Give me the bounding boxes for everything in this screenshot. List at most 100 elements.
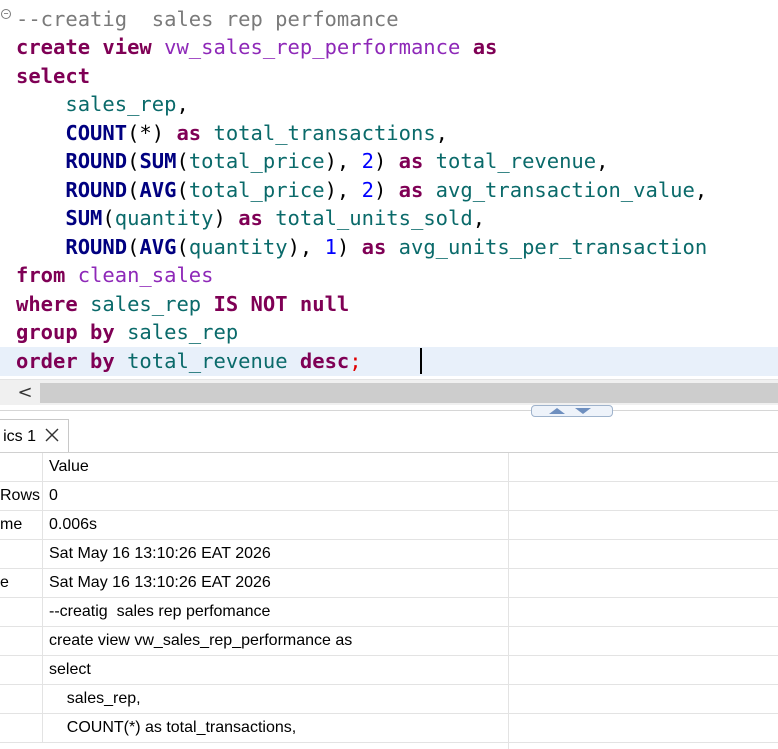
statistics-table: Value Rows 0 me 0.006s Sat May 16 13:10:… <box>0 453 778 749</box>
maximize-up-arrow-icon[interactable] <box>549 408 565 414</box>
code-comment: --creatig sales rep perfomance <box>16 7 399 31</box>
code-line-7: ROUND(AVG(total_price), 2) as avg_transa… <box>16 176 707 204</box>
row-value: select <box>49 661 91 678</box>
alias-ident: avg_transaction_value <box>435 178 695 202</box>
code-line-2: create view vw_sales_rep_performance as <box>16 33 497 61</box>
code-line-10: from clean_sales <box>16 261 213 289</box>
punct: , <box>435 121 449 145</box>
header-name-cell <box>0 453 43 481</box>
row-value: create view vw_sales_rep_performance as <box>49 632 353 649</box>
table-row[interactable]: me 0.006s <box>0 511 778 540</box>
row-value: COUNT(*) as total_transactions, <box>49 719 297 736</box>
code-line-4: sales_rep, <box>16 90 188 118</box>
row-name <box>0 598 43 626</box>
header-value: Value <box>49 458 89 475</box>
kw-where: where <box>16 292 78 316</box>
view-name: vw_sales_rep_performance <box>164 35 461 59</box>
table-row[interactable]: create view vw_sales_rep_performance as <box>0 627 778 656</box>
scroll-left-arrow-icon[interactable]: < <box>12 380 38 406</box>
column-ident: sales_rep <box>127 320 239 344</box>
alias-ident: total_revenue <box>435 149 597 173</box>
row-name <box>0 714 43 742</box>
fn-sum: SUM <box>65 206 103 230</box>
kw-order-by: order by <box>16 349 115 373</box>
table-row[interactable]: Sat May 16 13:10:26 EAT 2026 <box>0 540 778 569</box>
column-ident: total_revenue <box>127 349 288 373</box>
punct: ), <box>287 235 325 259</box>
kw-desc: desc <box>299 349 350 373</box>
code-line-11: where sales_rep IS NOT null <box>16 290 349 318</box>
kw-group-by: group by <box>16 320 115 344</box>
scrollbar-thumb[interactable] <box>40 383 778 403</box>
punct: ) <box>336 235 350 259</box>
alias-ident: avg_units_per_transaction <box>398 235 708 259</box>
code-line-12: group by sales_rep <box>16 318 238 346</box>
results-tab-strip: ics 1 <box>0 418 778 453</box>
row-name <box>0 656 43 684</box>
table-row[interactable]: e Sat May 16 13:10:26 EAT 2026 <box>0 569 778 598</box>
tab-statistics[interactable]: ics 1 <box>0 419 69 452</box>
kw-as: as <box>398 149 424 173</box>
fn-count: COUNT <box>65 121 128 145</box>
kw-as: as <box>398 178 424 202</box>
table-row[interactable]: --creatig sales rep perfomance <box>0 598 778 627</box>
editor-horizontal-scrollbar[interactable]: < <box>0 379 778 406</box>
number-literal: 1 <box>324 235 337 259</box>
fn-sum: SUM <box>139 149 177 173</box>
row-value: Sat May 16 13:10:26 EAT 2026 <box>49 574 271 591</box>
minimize-down-arrow-icon[interactable] <box>575 408 591 414</box>
splitter-handle[interactable] <box>531 405 613 417</box>
column-ident: quantity <box>188 235 288 259</box>
kw-select: select <box>16 64 91 88</box>
alias-ident: total_transactions <box>213 121 436 145</box>
punct: ( <box>127 149 140 173</box>
sql-editor[interactable]: − --creatig sales rep perfomance create … <box>0 0 778 379</box>
column-ident: total_price <box>188 149 325 173</box>
table-row[interactable]: select <box>0 656 778 685</box>
table-row[interactable]: Rows 0 <box>0 482 778 511</box>
punct: ( <box>176 149 189 173</box>
fn-round: ROUND <box>65 178 128 202</box>
table-row[interactable]: COUNT(*) as total_transactions, <box>0 714 778 743</box>
code-line-1: --creatig sales rep perfomance <box>16 5 399 33</box>
punct: ( <box>176 178 189 202</box>
row-value: --creatig sales rep perfomance <box>49 603 271 620</box>
punct: ( <box>127 235 140 259</box>
column-ident: sales_rep <box>65 92 177 116</box>
code-line-6: ROUND(SUM(total_price), 2) as total_reve… <box>16 147 608 175</box>
row-value: 0 <box>49 487 58 504</box>
tab-label: ics 1 <box>3 428 36 445</box>
punct: ) <box>373 178 387 202</box>
column-ident: quantity <box>114 206 214 230</box>
punct: , <box>694 178 708 202</box>
row-value: sales_rep, <box>49 690 141 707</box>
code-line-3: select <box>16 62 90 90</box>
table-row[interactable]: sales_rep, <box>0 685 778 714</box>
kw-is-not-null: IS NOT null <box>213 292 350 316</box>
alias-ident: total_units_sold <box>275 206 473 230</box>
punct: (*) <box>127 121 165 145</box>
row-value: Sat May 16 13:10:26 EAT 2026 <box>49 545 271 562</box>
punct: , <box>472 206 486 230</box>
fn-round: ROUND <box>65 235 128 259</box>
close-icon[interactable] <box>44 427 60 443</box>
kw-as: as <box>176 121 202 145</box>
punct: , <box>596 149 609 173</box>
kw-as: as <box>238 206 263 230</box>
code-line-13: order by total_revenue desc; <box>16 347 362 375</box>
code-line-8: SUM(quantity) as total_units_sold, <box>16 204 485 232</box>
column-ident: sales_rep <box>90 292 202 316</box>
text-caret <box>420 348 422 374</box>
punct: ( <box>102 206 115 230</box>
row-name: Rows <box>0 482 43 510</box>
code-line-9: ROUND(AVG(quantity), 1) as avg_units_per… <box>16 233 707 261</box>
number-literal: 2 <box>361 149 374 173</box>
fn-avg: AVG <box>139 235 177 259</box>
punct-semicolon: ; <box>349 349 362 373</box>
table-ident: clean_sales <box>77 263 214 287</box>
punct: ) <box>373 149 387 173</box>
panel-splitter[interactable] <box>0 405 778 417</box>
fold-collapse-icon[interactable]: − <box>1 9 11 19</box>
punct: ( <box>127 178 140 202</box>
number-literal: 2 <box>361 178 374 202</box>
